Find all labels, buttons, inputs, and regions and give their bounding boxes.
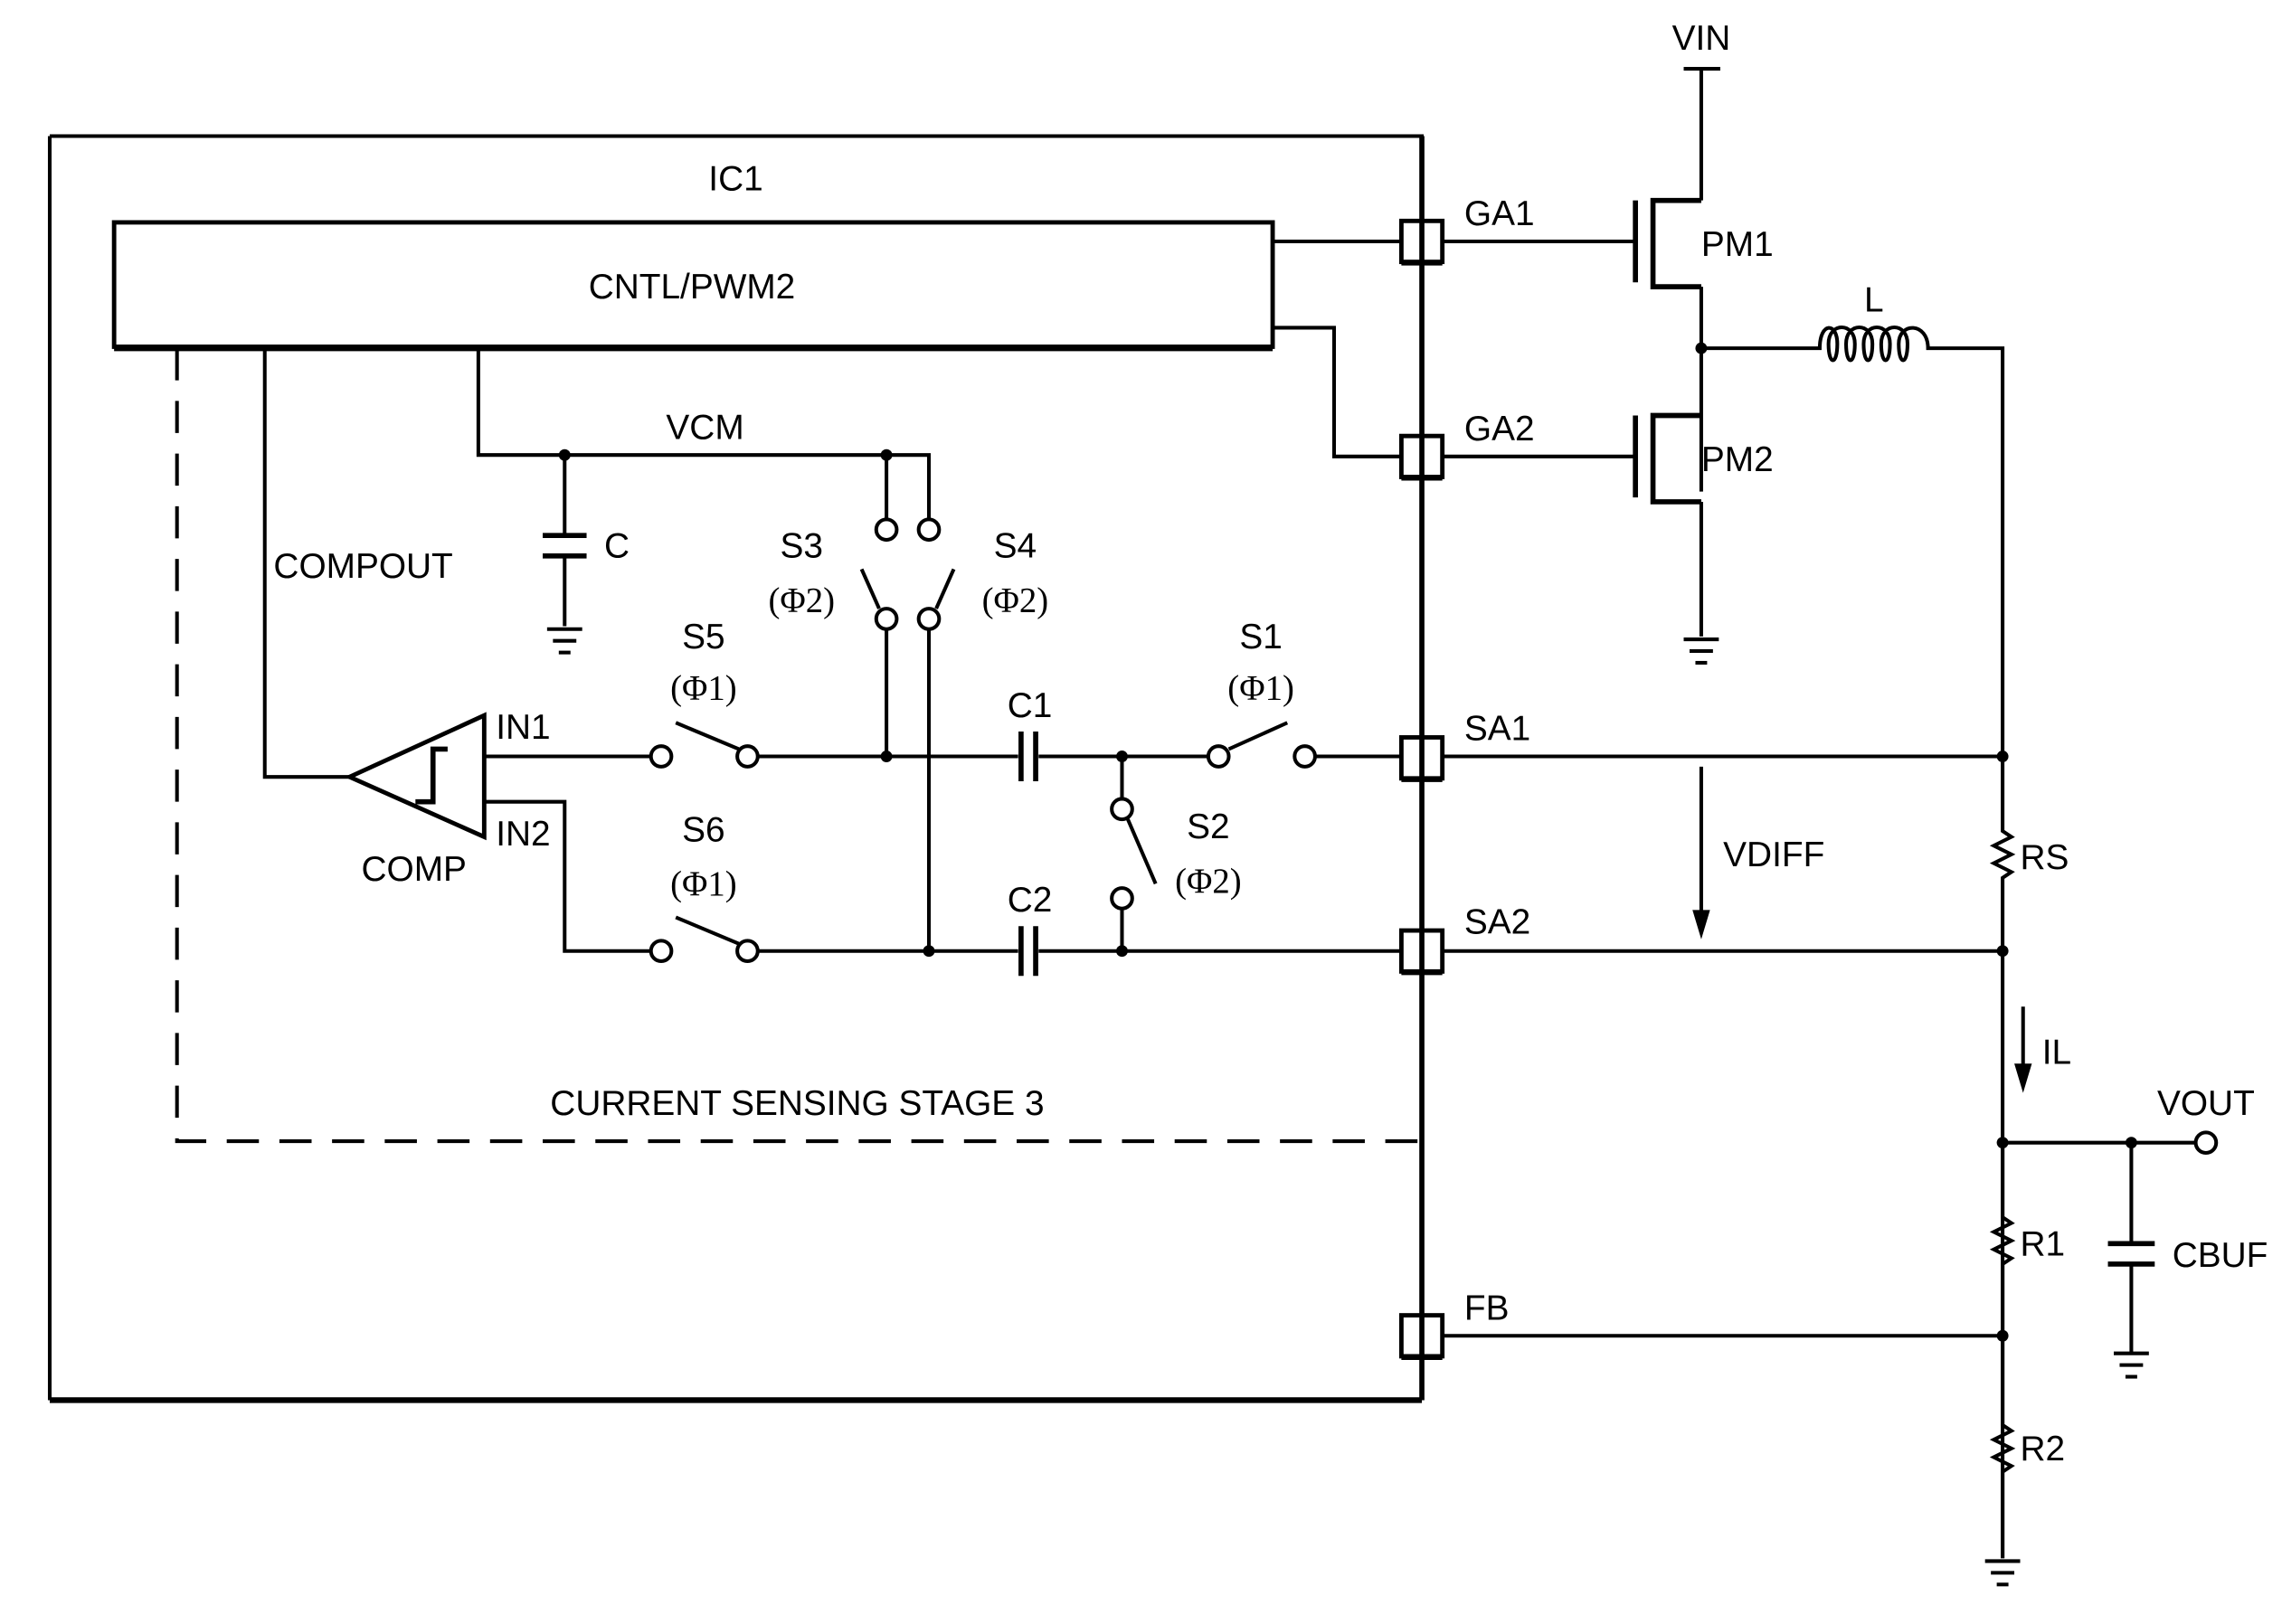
pm1-label: PM1 <box>1701 225 1774 264</box>
switch-s4 <box>916 517 956 631</box>
s4-phase: (Φ2) <box>982 581 1049 619</box>
switch-s3 <box>859 517 899 631</box>
comp-label: COMP <box>361 850 466 889</box>
switch-s2 <box>1110 756 1158 951</box>
inductor-l <box>1700 326 2005 757</box>
current-sensing-stage-label: CURRENT SENSING STAGE 3 <box>550 1084 1044 1123</box>
resistor-rs <box>1989 756 2016 951</box>
r2-label: R2 <box>2021 1430 2066 1468</box>
wire-ga2 <box>1273 326 1402 458</box>
cap-c-label: C <box>604 526 630 565</box>
pin-sa1-label: SA1 <box>1464 710 1530 749</box>
s3-label: S3 <box>781 526 823 565</box>
capacitor-c2 <box>1018 926 1038 977</box>
ground-icon <box>1984 1559 2021 1587</box>
s2-label: S2 <box>1187 807 1229 846</box>
s3-phase: (Φ2) <box>768 581 835 619</box>
switch-s5 <box>649 721 760 769</box>
s4-label: S4 <box>994 526 1037 565</box>
r1-label: R1 <box>2021 1224 2066 1263</box>
s6-label: S6 <box>682 810 724 849</box>
circuit-diagram: IC1 CNTL/PWM2 CURRENT SENSING STAGE 3 GA… <box>47 19 2268 1587</box>
comparator <box>344 712 487 841</box>
s1-label: S1 <box>1239 618 1282 656</box>
il-arrow <box>2014 1006 2032 1093</box>
s2-phase: (Φ2) <box>1175 862 1242 901</box>
pin-ga2-label: GA2 <box>1464 410 1535 448</box>
compout-label: COMPOUT <box>273 547 452 586</box>
in2-label: IN2 <box>496 815 550 854</box>
in1-label: IN1 <box>496 708 550 747</box>
switch-s1 <box>1206 721 1317 769</box>
pin-ga1-label: GA1 <box>1464 194 1535 233</box>
pin-fb-label: FB <box>1464 1289 1510 1327</box>
ground-icon <box>1683 637 1719 665</box>
c2-label: C2 <box>1008 881 1053 920</box>
vdiff-arrow <box>1692 766 1710 939</box>
c1-label: C1 <box>1008 686 1053 725</box>
vcm-label: VCM <box>666 408 743 447</box>
switch-s6 <box>649 915 760 964</box>
capacitor-c <box>543 455 587 655</box>
vout-terminal <box>2193 1130 2219 1156</box>
s5-label: S5 <box>682 618 724 656</box>
capacitor-c1 <box>1018 732 1038 782</box>
controller-label: CNTL/PWM2 <box>589 268 796 307</box>
cbuf-label: CBUF <box>2173 1236 2268 1275</box>
il-label: IL <box>2042 1033 2071 1072</box>
inductor-label: L <box>1864 281 1884 320</box>
capacitor-cbuf <box>2107 1142 2155 1379</box>
transistor-pm2 <box>1442 412 1703 637</box>
ic1-label: IC1 <box>708 159 762 198</box>
pm2-label: PM2 <box>1701 440 1774 479</box>
vin-label: VIN <box>1672 19 1731 58</box>
s5-phase: (Φ1) <box>670 668 737 707</box>
rs-label: RS <box>2021 838 2069 877</box>
vout-label: VOUT <box>2157 1084 2255 1123</box>
vdiff-label: VDIFF <box>1723 836 1824 874</box>
pin-sa2-label: SA2 <box>1464 902 1530 941</box>
s1-phase: (Φ1) <box>1227 668 1294 707</box>
s6-phase: (Φ1) <box>670 864 737 903</box>
